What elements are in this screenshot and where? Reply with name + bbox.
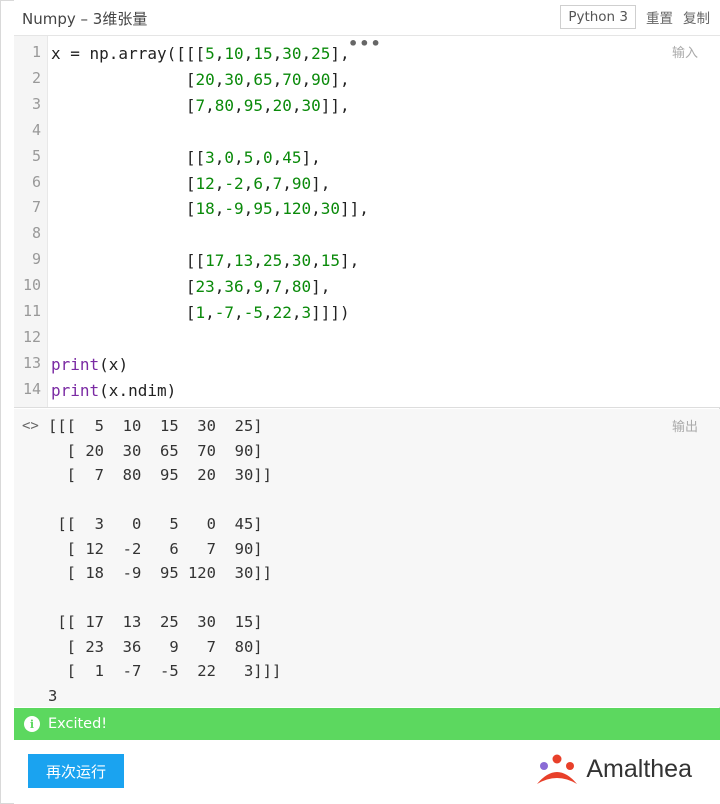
line-number: 6 [31, 172, 41, 191]
line-number: 3 [31, 94, 41, 113]
code-line[interactable]: print(x.ndim) [51, 381, 176, 401]
input-label: 输入 [671, 46, 698, 61]
more-options-icon[interactable]: ••• [348, 34, 382, 53]
language-selector[interactable]: Python 3 [560, 5, 636, 29]
code-line[interactable]: [12,-2,6,7,90], [51, 174, 331, 194]
output-panel: <> 输出 [[[ 5 10 15 30 25] [ 20 30 65 70 9… [14, 409, 720, 707]
line-number: 14 [22, 379, 41, 398]
line-number: 8 [31, 224, 41, 243]
widget-header: Numpy – 3维张量 Python 3 重置 复制 [14, 0, 720, 36]
info-icon: i [24, 716, 40, 732]
copy-button[interactable]: 复制 [683, 7, 710, 27]
output-label: 输出 [671, 420, 698, 435]
code-line[interactable]: [7,80,95,20,30]], [51, 96, 350, 116]
reset-button[interactable]: 重置 [646, 7, 673, 27]
line-number: 9 [31, 250, 41, 269]
status-message: Excited! [48, 716, 108, 732]
brand-logo: Amalthea [534, 752, 692, 786]
code-line[interactable]: [[3,0,5,0,45], [51, 148, 321, 168]
line-number-gutter: 1 2 3 4 5 6 7 8 9 10 11 12 13 14 [14, 36, 48, 407]
code-line[interactable]: [[17,13,25,30,15], [51, 251, 359, 271]
widget-title: Numpy – 3维张量 [22, 10, 148, 28]
output-code-icon: <> [22, 418, 39, 434]
code-line[interactable]: [23,36,9,7,80], [51, 277, 331, 297]
code-line[interactable]: [18,-9,95,120,30]], [51, 199, 369, 219]
brand-name: Amalthea [586, 754, 692, 783]
line-number: 5 [31, 146, 41, 165]
run-again-button[interactable]: 再次运行 [28, 754, 124, 788]
line-number: 13 [22, 353, 41, 372]
code-line[interactable]: print(x) [51, 355, 128, 375]
output-text: [[[ 5 10 15 30 25] [ 20 30 65 70 90] [ 7… [48, 417, 282, 705]
code-line[interactable]: x = np.array([[[5,10,15,30,25], [51, 44, 350, 64]
line-number: 11 [22, 302, 41, 320]
line-number: 7 [31, 198, 41, 217]
line-number: 1 [31, 43, 41, 61]
code-line[interactable]: [1,-7,-5,22,3]]]) [51, 303, 350, 323]
header-toolbar: Python 3 重置 复制 [560, 4, 710, 30]
line-number: 10 [22, 276, 41, 295]
code-editor[interactable]: 1 2 3 4 5 6 7 8 9 10 11 12 13 14 ••• 输入 x = np.array(… [14, 34, 720, 408]
line-number: 4 [31, 120, 41, 139]
widget-footer: 再次运行 Amalthea [14, 740, 720, 804]
status-bar: i Excited! [14, 708, 720, 740]
amalthea-logo-icon [537, 754, 578, 784]
line-number: 2 [31, 68, 41, 87]
code-line[interactable]: [20,30,65,70,90], [51, 70, 350, 90]
line-number: 12 [22, 327, 41, 346]
